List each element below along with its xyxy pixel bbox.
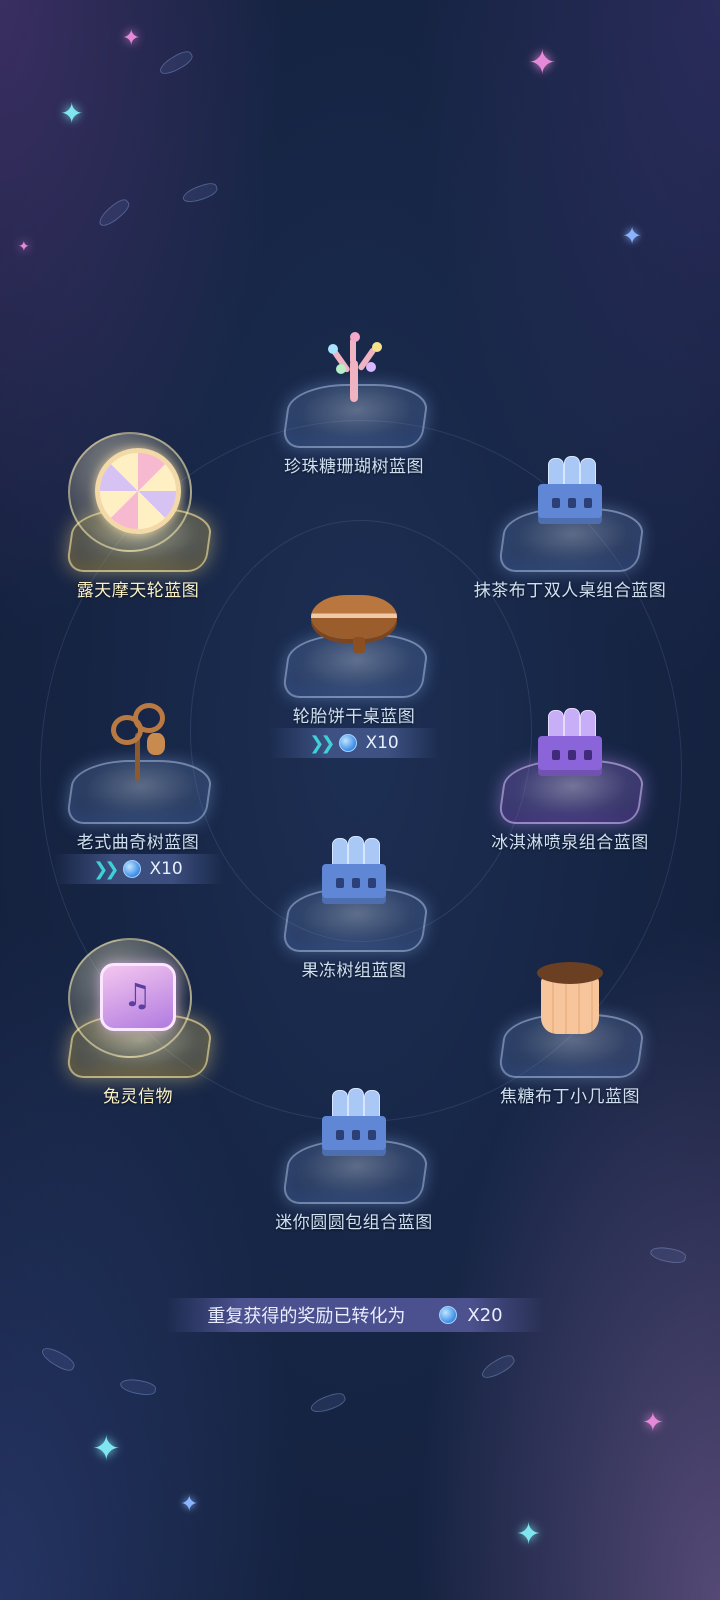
chevron-right-icon: ❯❯ [93, 858, 119, 880]
reward-item-cookie-tree[interactable]: 老式曲奇树蓝图 ❯❯ X10 [38, 682, 238, 884]
fish-icon [119, 1376, 157, 1398]
ferris-wheel-icon [95, 448, 181, 534]
chevron-right-icon: ❯❯ [309, 732, 335, 754]
blue-gem-icon [339, 734, 358, 752]
duplicate-conversion-banner: 重复获得的奖励已转化为 X20 [165, 1298, 545, 1332]
blueprint-box-icon [527, 700, 613, 786]
reward-name: 轮胎饼干桌蓝图 [292, 707, 416, 727]
reward-item-cookie-table[interactable]: 轮胎饼干桌蓝图 ❯❯ X10 [254, 556, 454, 758]
coral-tree-icon [311, 324, 397, 410]
fish-icon [308, 1390, 348, 1416]
reward-name: 露天摩天轮蓝图 [76, 581, 200, 601]
fish-icon [156, 47, 196, 79]
blueprint-box-icon [311, 1080, 397, 1166]
rabbit-token-icon [95, 954, 181, 1040]
fish-icon [478, 1351, 518, 1383]
reward-name: 兔灵信物 [103, 1087, 173, 1107]
reward-name: 焦糖布丁小几蓝图 [500, 1087, 640, 1107]
fish-icon [38, 1343, 78, 1375]
sparkle-icon: ✦ [180, 1492, 199, 1517]
reward-name: 冰淇淋喷泉组合蓝图 [491, 833, 649, 853]
reward-name: 老式曲奇树蓝图 [76, 833, 200, 853]
sparkle-icon: ✦ [622, 222, 643, 250]
conversion-total: X20 [467, 1304, 503, 1326]
pudding-stool-icon [527, 954, 613, 1040]
reward-name: 果冻树组蓝图 [301, 961, 407, 981]
sparkle-icon: ✦ [92, 1429, 121, 1469]
conversion-count: X10 [365, 733, 399, 753]
reward-name: 迷你圆圆包组合蓝图 [275, 1213, 433, 1233]
conversion-text: 重复获得的奖励已转化为 [207, 1306, 406, 1327]
reward-item-coral-tree[interactable]: 珍珠糖珊瑚树蓝图 [254, 306, 454, 481]
reward-item-pudding-stool[interactable]: 焦糖布丁小几蓝图 [470, 936, 670, 1111]
sparkle-icon: ✦ [516, 1517, 542, 1552]
sparkle-icon: ✦ [60, 97, 84, 130]
reward-item-jelly-tree-set[interactable]: 果冻树组蓝图 [254, 810, 454, 985]
reward-item-ferris-wheel[interactable]: 露天摩天轮蓝图 [38, 430, 238, 605]
blueprint-box-icon [527, 448, 613, 534]
blueprint-box-icon [311, 828, 397, 914]
reward-item-matcha-table-set[interactable]: 抹茶布丁双人桌组合蓝图 [470, 430, 670, 605]
sparkle-icon: ✦ [122, 26, 141, 51]
blue-gem-icon [123, 860, 142, 878]
reward-item-rabbit-token[interactable]: 兔灵信物 [38, 936, 238, 1111]
duplicate-conversion-badge: ❯❯ X10 [53, 854, 223, 884]
reward-name: 珍珠糖珊瑚树蓝图 [284, 457, 424, 477]
fish-icon [95, 196, 133, 230]
reward-item-mini-bun-set[interactable]: 迷你圆圆包组合蓝图 [254, 1062, 454, 1237]
reward-item-ice-cream-fountain[interactable]: 冰淇淋喷泉组合蓝图 [470, 682, 670, 857]
fish-icon [180, 180, 220, 206]
blue-gem-icon [439, 1306, 458, 1324]
cookie-tree-icon [95, 700, 181, 786]
sparkle-icon: ✦ [528, 43, 557, 83]
fish-icon [649, 1244, 687, 1266]
sparkle-icon: ✦ [18, 239, 30, 255]
duplicate-conversion-badge: ❯❯ X10 [269, 728, 439, 758]
sparkle-icon: ✦ [642, 1408, 664, 1438]
conversion-count: X10 [149, 859, 183, 879]
cookie-table-icon [311, 574, 397, 660]
reward-name: 抹茶布丁双人桌组合蓝图 [473, 581, 667, 601]
